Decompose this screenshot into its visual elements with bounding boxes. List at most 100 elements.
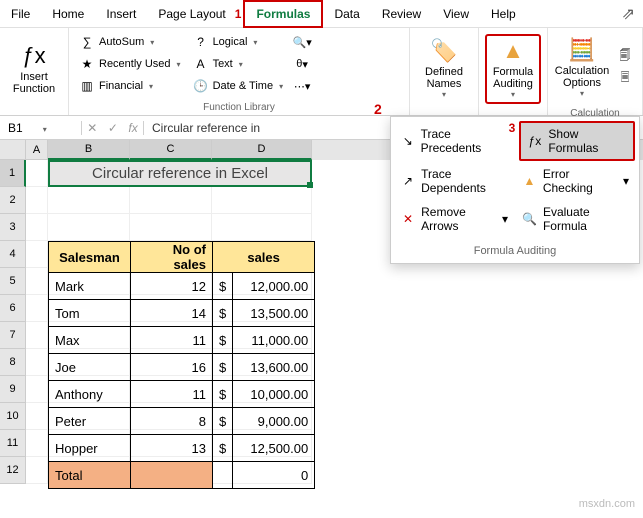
- formula-auditing-dropdown: ↘Trace Precedents 3 ƒxShow Formulas ↗Tra…: [390, 116, 640, 264]
- fx-icon[interactable]: fx: [128, 121, 137, 135]
- text-button[interactable]: AText▾: [189, 54, 288, 74]
- header-sales[interactable]: sales: [213, 242, 315, 273]
- table-row: Anthony11$10,000.00: [49, 381, 315, 408]
- calculation-options-button[interactable]: 🧮 Calculation Options ▾: [554, 32, 610, 102]
- recently-used-button[interactable]: ★Recently Used▾: [75, 54, 185, 74]
- chevron-down-icon: ▾: [177, 60, 181, 69]
- formula-bar-buttons: ✕ ✓ fx: [82, 121, 144, 135]
- col-header-b[interactable]: B: [48, 140, 130, 160]
- tab-help[interactable]: Help: [480, 0, 527, 28]
- lookup-icon: 🔍: [292, 36, 306, 49]
- trace-precedents-button[interactable]: ↘Trace Precedents: [395, 121, 507, 161]
- chevron-down-icon: ▾: [149, 82, 153, 91]
- table-row: Hopper13$12,500.00: [49, 435, 315, 462]
- more-functions-button[interactable]: ⋯▾: [291, 76, 313, 96]
- show-formulas-button[interactable]: ƒxShow Formulas: [519, 121, 635, 161]
- enter-icon[interactable]: ✓: [108, 121, 118, 135]
- cancel-icon[interactable]: ✕: [87, 121, 97, 135]
- row-header-12[interactable]: 12: [0, 457, 26, 484]
- table-row: Tom14$13,500.00: [49, 300, 315, 327]
- tab-home[interactable]: Home: [41, 0, 95, 28]
- menubar: File Home Insert Page Layout 1 Formulas …: [0, 0, 643, 28]
- chevron-down-icon: ▾: [253, 38, 257, 47]
- header-salesman[interactable]: Salesman: [49, 242, 131, 273]
- remove-arrows-icon: ✕: [401, 212, 415, 226]
- chevron-down-icon: ▾: [279, 82, 283, 91]
- money-icon: ▥: [79, 79, 95, 93]
- insert-function-label: Insert Function: [13, 71, 55, 95]
- col-header-d[interactable]: D: [212, 140, 312, 160]
- autosum-button[interactable]: ∑AutoSum▾: [75, 32, 185, 52]
- calc-now-button[interactable]: 🗐: [614, 46, 636, 66]
- row-header-10[interactable]: 10: [0, 403, 26, 430]
- share-icon[interactable]: ⇗: [622, 4, 635, 24]
- ribbon: ƒx Insert Function ∑AutoSum▾ ★Recently U…: [0, 28, 643, 116]
- warning-icon: ▲: [522, 174, 537, 188]
- row-header-6[interactable]: 6: [0, 295, 26, 322]
- lookup-button[interactable]: 🔍▾: [291, 32, 313, 52]
- calc-sheet-button[interactable]: 🗏: [614, 68, 636, 88]
- row-header-4[interactable]: 4: [0, 241, 26, 268]
- chevron-down-icon: ▾: [150, 38, 154, 47]
- defined-names-button[interactable]: 🏷️ Defined Names ▾: [416, 34, 472, 104]
- formula-auditing-label: Formula Auditing: [493, 66, 533, 90]
- clock-icon: 🕒: [193, 79, 209, 93]
- chevron-down-icon: ▾: [239, 60, 243, 69]
- function-library-label: Function Library: [69, 100, 409, 117]
- chevron-down-icon: ▾: [623, 174, 629, 188]
- calculator-icon: 🧮: [568, 37, 595, 63]
- formula-auditing-button[interactable]: ▲ Formula Auditing ▾: [485, 34, 541, 104]
- datetime-button[interactable]: 🕒Date & Time▾: [189, 76, 288, 96]
- row-header-5[interactable]: 5: [0, 268, 26, 295]
- auditing-icon: ▲: [502, 38, 524, 64]
- trace-dependents-button[interactable]: ↗Trace Dependents: [395, 163, 514, 199]
- tab-formulas[interactable]: Formulas: [243, 0, 323, 28]
- question-icon: ?: [193, 35, 209, 49]
- sheet-icon: 🗐: [620, 47, 631, 66]
- tab-file[interactable]: File: [0, 0, 41, 28]
- name-box[interactable]: B1▾: [0, 121, 82, 135]
- header-no-of-sales[interactable]: No of sales: [131, 242, 213, 273]
- select-all-corner[interactable]: [0, 140, 26, 160]
- more-icon: ⋯: [294, 80, 305, 93]
- sheet-icon: 🗏: [621, 69, 630, 88]
- remove-arrows-button[interactable]: ✕Remove Arrows▾: [395, 201, 514, 237]
- row-header-7[interactable]: 7: [0, 322, 26, 349]
- group-function-library: ∑AutoSum▾ ★Recently Used▾ ▥Financial▾ ?L…: [69, 28, 410, 115]
- group-insert-function: ƒx Insert Function: [0, 28, 69, 115]
- calculation-options-label: Calculation Options: [555, 65, 609, 89]
- tag-icon: 🏷️: [430, 38, 457, 64]
- row-header-9[interactable]: 9: [0, 376, 26, 403]
- star-icon: ★: [79, 57, 95, 71]
- tab-insert[interactable]: Insert: [95, 0, 147, 28]
- insert-function-button[interactable]: ƒx Insert Function: [6, 34, 62, 104]
- text-icon: A: [193, 57, 209, 71]
- chevron-down-icon: ▾: [43, 125, 47, 134]
- row-header-8[interactable]: 8: [0, 349, 26, 376]
- row-header-3[interactable]: 3: [0, 214, 26, 241]
- trace-precedents-icon: ↘: [401, 134, 415, 148]
- chevron-down-icon: ▾: [580, 89, 584, 98]
- math-button[interactable]: θ▾: [291, 54, 313, 74]
- dropdown-group-label: Formula Auditing: [395, 239, 635, 259]
- row-header-1[interactable]: 1: [0, 160, 26, 187]
- callout-2: 2: [374, 101, 382, 117]
- financial-button[interactable]: ▥Financial▾: [75, 76, 185, 96]
- error-checking-button[interactable]: ▲Error Checking▾: [516, 163, 635, 199]
- callout-3: 3: [509, 121, 516, 161]
- tab-data[interactable]: Data: [323, 0, 370, 28]
- selected-range[interactable]: Circular reference in Excel: [48, 160, 312, 187]
- callout-1: 1: [235, 7, 242, 21]
- col-header-c[interactable]: C: [130, 140, 212, 160]
- row-header-2[interactable]: 2: [0, 187, 26, 214]
- tab-page-layout[interactable]: Page Layout: [147, 0, 236, 28]
- tab-view[interactable]: View: [432, 0, 480, 28]
- tab-review[interactable]: Review: [371, 0, 432, 28]
- table-row: Mark12$12,000.00: [49, 273, 315, 300]
- chevron-down-icon: ▾: [511, 90, 515, 99]
- watermark: msxdn.com: [579, 498, 635, 510]
- col-header-a[interactable]: A: [26, 140, 48, 160]
- logical-button[interactable]: ?Logical▾: [189, 32, 288, 52]
- evaluate-formula-button[interactable]: 🔍Evaluate Formula: [516, 201, 635, 237]
- row-header-11[interactable]: 11: [0, 430, 26, 457]
